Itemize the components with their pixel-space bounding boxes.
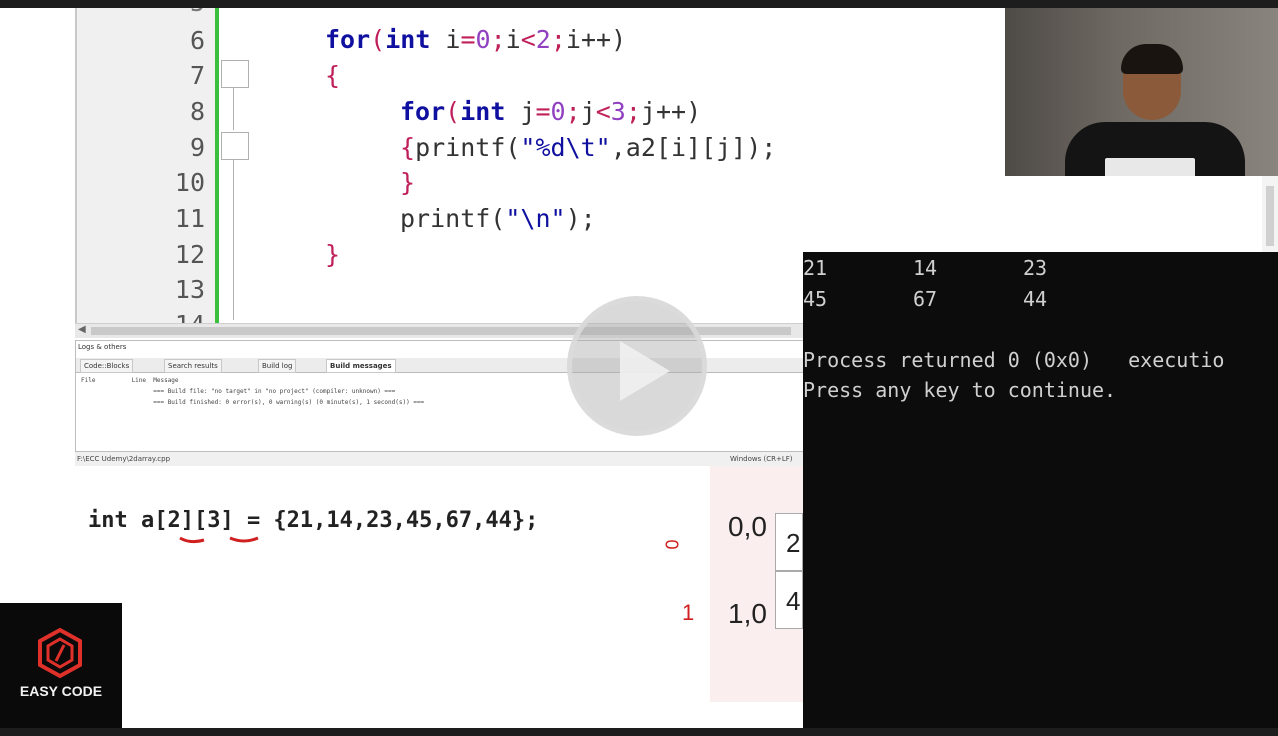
press-any-key-message: Press any key to continue. <box>803 378 1117 402</box>
fold-marker[interactable] <box>221 132 249 160</box>
line-ending-status: Windows (CR+LF) <box>730 455 793 463</box>
brace: { <box>400 133 416 162</box>
bottom-border <box>0 728 1278 736</box>
operator: ; <box>550 25 566 54</box>
matrix-cell: 4 <box>775 571 803 629</box>
scrollbar-thumb[interactable] <box>1266 186 1274 246</box>
build-messages-list: File Line Message === Build file: "no ta… <box>81 377 424 410</box>
operator: = <box>460 25 476 54</box>
tab-search-results[interactable]: Search results <box>164 359 222 373</box>
code-text: j <box>505 97 536 126</box>
fold-guide <box>233 88 234 130</box>
keyword: int <box>460 97 506 126</box>
handwritten-row-index: 0 <box>661 539 682 550</box>
logs-panel-title: Logs & others <box>78 343 127 351</box>
code-text: i++) <box>565 25 627 54</box>
keyword: for <box>400 97 446 126</box>
code-line-9: {printf("%d\t",a2[i][j]); <box>400 133 776 162</box>
fold-marker[interactable] <box>221 60 249 88</box>
line-number: 11 <box>174 204 205 233</box>
channel-logo: EASY CODE <box>0 603 122 728</box>
line-number: 8 <box>189 97 205 126</box>
code-text: i <box>430 25 461 54</box>
operator: < <box>595 97 611 126</box>
code-text: printf( <box>400 204 506 233</box>
code-line-7: { <box>325 61 341 90</box>
shirt-print <box>1105 158 1195 176</box>
webcam-feed <box>1005 8 1278 176</box>
code-text: ,a2[i][j]); <box>610 133 777 162</box>
punct: ( <box>370 25 386 54</box>
annotation-underline <box>179 536 259 544</box>
output-value: 21 <box>803 256 828 280</box>
tab-build-messages[interactable]: Build messages <box>326 359 396 373</box>
code-text: ); <box>565 204 596 233</box>
line-number: 10 <box>174 168 205 197</box>
fold-guide <box>233 160 234 320</box>
tab-codeblocks[interactable]: Code::Blocks <box>80 359 134 373</box>
operator: ; <box>565 97 581 126</box>
vertical-scrollbar[interactable] <box>1262 176 1278 252</box>
operator: < <box>520 25 536 54</box>
play-icon[interactable] <box>620 341 670 401</box>
output-value: 14 <box>913 256 938 280</box>
line-number: 9 <box>189 133 205 162</box>
code-line-12: } <box>325 240 341 269</box>
file-path: F:\ECC Udemy\2darray.cpp <box>77 455 171 463</box>
output-value: 45 <box>803 287 828 311</box>
matrix-cell: 2 <box>775 513 803 571</box>
output-value: 67 <box>913 287 938 311</box>
number: 2 <box>535 25 551 54</box>
line-number: 7 <box>189 61 205 90</box>
presenter-hair <box>1121 44 1183 74</box>
left-margin <box>0 8 75 458</box>
keyword: int <box>385 25 431 54</box>
console-window: 21 14 23 45 67 44 Process returned 0 (0x0) e… <box>803 252 1278 728</box>
video-play-button[interactable] <box>567 296 707 436</box>
string-literal: "%d\t" <box>520 133 611 162</box>
code-line-8: for(int j=0;j<3;j++) <box>400 97 701 126</box>
output-value: 44 <box>1023 287 1048 311</box>
output-row-1: 21 14 23 <box>803 256 1047 280</box>
messages-header: File Line Message <box>81 377 179 384</box>
status-bar: F:\ECC Udemy\2darray.cpp Windows (CR+LF) <box>75 452 803 466</box>
scroll-left-arrow-icon[interactable]: ◀ <box>78 324 86 335</box>
number: 0 <box>475 25 491 54</box>
logo-hexagon-icon <box>38 627 82 679</box>
code-text: j <box>580 97 596 126</box>
index-label: 1,0 <box>728 598 767 629</box>
output-value: 23 <box>1023 256 1048 280</box>
code-line-6: for(int i=0;i<2;i++) <box>325 25 626 54</box>
output-row-2: 45 67 44 <box>803 287 1047 311</box>
punct: ( <box>445 97 461 126</box>
line-number: 5 <box>77 8 205 17</box>
message-row[interactable]: === Build finished: 0 error(s), 0 warnin… <box>81 399 424 410</box>
code-line-11: printf("\n"); <box>400 204 596 233</box>
code-line-10: } <box>400 168 416 197</box>
index-label: 0,0 <box>728 511 767 542</box>
logo-text: EASY CODE <box>19 683 103 699</box>
code-text: i <box>505 25 521 54</box>
tab-build-log[interactable]: Build log <box>258 359 297 373</box>
line-number: 13 <box>174 275 205 304</box>
handwritten-row-index: 1 <box>682 600 695 625</box>
change-bar <box>215 8 219 326</box>
operator: ; <box>625 97 641 126</box>
operator: ; <box>490 25 506 54</box>
number: 3 <box>610 97 626 126</box>
line-number: 6 <box>189 26 205 55</box>
top-border <box>0 0 1278 8</box>
string-literal: "\n" <box>505 204 566 233</box>
operator: = <box>535 97 551 126</box>
message-row[interactable]: === Build file: "no target" in "no proje… <box>81 388 424 399</box>
code-text: j++) <box>640 97 702 126</box>
process-returned-message: Process returned 0 (0x0) executio <box>803 348 1225 372</box>
number: 0 <box>550 97 566 126</box>
array-declaration: int a[2][3] = {21,14,23,45,67,44}; <box>88 508 539 533</box>
code-text: printf( <box>415 133 521 162</box>
line-number: 12 <box>174 240 205 269</box>
keyword: for <box>325 25 371 54</box>
